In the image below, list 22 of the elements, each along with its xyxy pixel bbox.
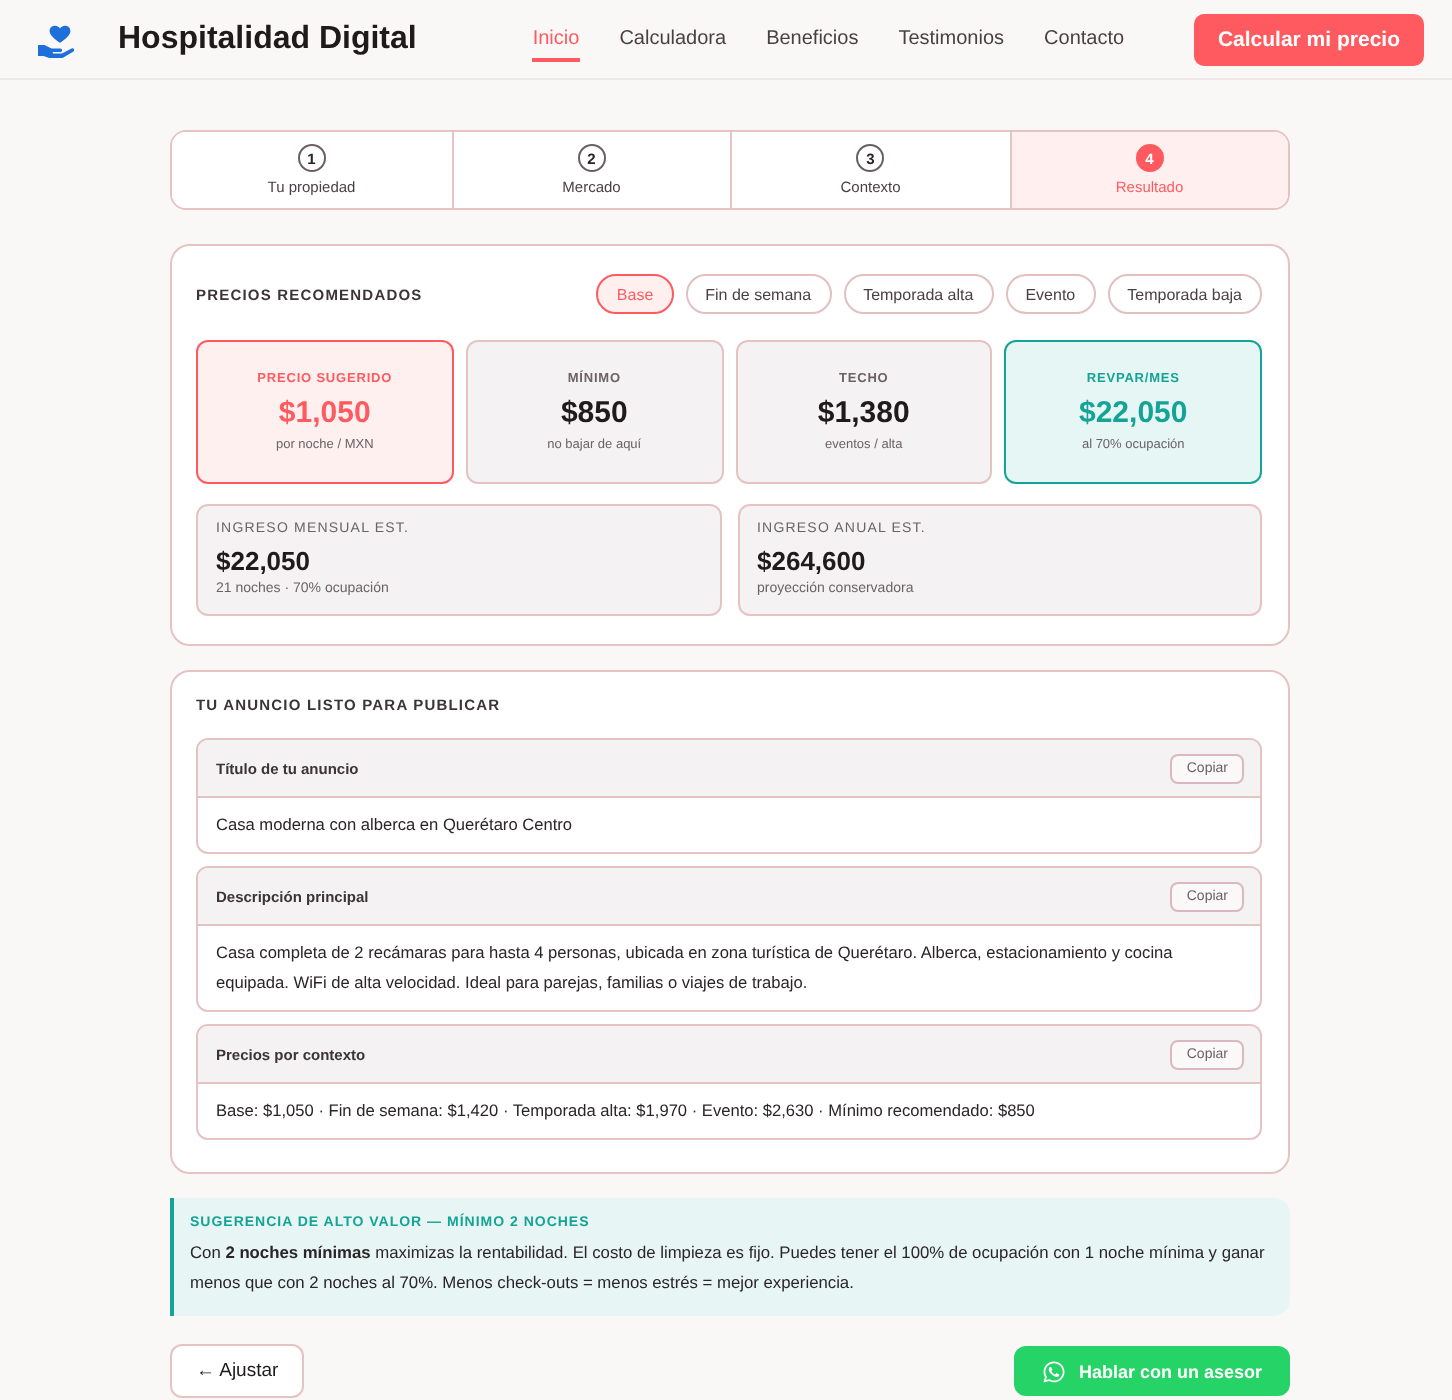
stat-value: $1,380	[817, 396, 910, 430]
section-text: Base: $1,050 · Fin de semana: $1,420 · Temporada alta: $1,970 · Evento: $2,630 · Mínimo recomendado: $850	[214, 1098, 1037, 1124]
income-value: $264,600	[757, 546, 866, 576]
chat-phone-icon	[1042, 1359, 1067, 1383]
filter-chip[interactable]: Fin de semana	[685, 274, 832, 314]
nav-link[interactable]: Beneficios	[766, 16, 859, 62]
stat-value: $850	[560, 396, 628, 430]
filter-chip[interactable]: Temporada baja	[1107, 274, 1262, 314]
nav-link[interactable]: Calculadora	[619, 16, 727, 62]
income-value: $22,050	[216, 546, 310, 576]
section-text: Casa completa de 2 recámaras para hasta 4 personas, ubicada en zona turística de Querétaro. Alberca, estacionamiento y cocina equipada. WiFi de alta velocidad. Ideal para parejas, familias o viajes de trabajo.	[214, 940, 1175, 996]
back-button[interactable]: ← Ajustar	[170, 1344, 305, 1398]
nav-link[interactable]: Contacto	[1044, 16, 1125, 62]
brand-name: Hospitalidad Digital	[118, 21, 417, 57]
nav-link[interactable]: Testimonios	[898, 16, 1005, 62]
filter-chip[interactable]: Temporada alta	[843, 274, 994, 314]
stat-value: $1,050	[278, 396, 371, 430]
stat-value: $22,050	[1079, 396, 1188, 430]
filter-chip[interactable]: Evento	[1005, 274, 1096, 314]
tip-text: Con 2 noches mínimas maximizas la rentabilidad. El costo de limpieza es fijo. Puedes tener el 100% de ocupación con 1 noche mínima y ganar menos que con 2 noches al 70%. Menos check-outs = menos estrés = mejor experiencia.	[190, 1240, 1267, 1296]
hand-heart-icon	[36, 21, 74, 57]
section-text: Casa moderna con alberca en Querétaro Centro	[214, 812, 575, 838]
